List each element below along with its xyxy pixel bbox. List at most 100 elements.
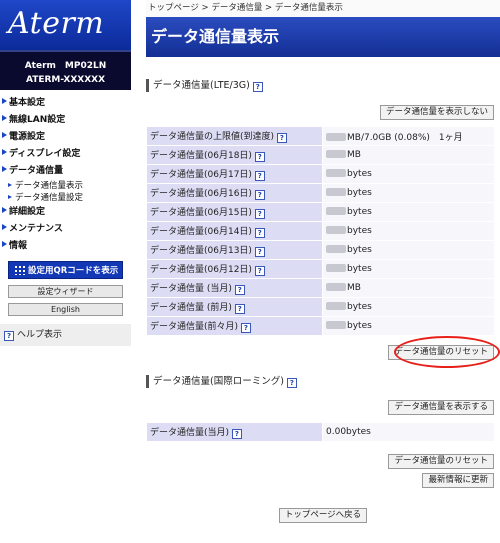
row-value: 0.00bytes [323, 423, 494, 441]
help-icon[interactable]: ? [231, 429, 242, 439]
submenu-data-usage-settings[interactable]: データ通信量設定 [0, 192, 131, 204]
submenu-data-usage-display[interactable]: データ通信量表示 [0, 180, 131, 192]
redacted-value [326, 302, 346, 310]
english-button[interactable]: English [8, 303, 123, 316]
help-icon[interactable]: ? [254, 266, 265, 276]
row-value: bytes [323, 222, 494, 240]
help-icon[interactable]: ? [252, 82, 263, 92]
row-label-text: データ通信量の上限値(到達度) [150, 132, 275, 142]
refresh-button[interactable]: 最新情報に更新 [422, 473, 494, 488]
roaming-usage-table: データ通信量(当月) ? 0.00bytes [146, 422, 495, 442]
help-icon[interactable]: ? [234, 285, 245, 295]
side-menu: 基本設定 無線LAN設定 電源設定 ディスプレイ設定 データ通信量 データ通信量… [0, 90, 131, 255]
menu-basic-settings[interactable]: 基本設定 [0, 95, 131, 112]
arrow-icon [8, 183, 12, 187]
redacted-value [326, 132, 346, 141]
row-value: bytes [323, 203, 494, 221]
help-icon[interactable]: ? [254, 209, 265, 219]
redacted-value [326, 226, 346, 234]
row-value-text: bytes [347, 245, 372, 255]
row-label: データ通信量の上限値(到達度) ? [147, 127, 322, 145]
menu-label: メンテナンス [9, 224, 63, 234]
help-icon[interactable]: ? [240, 323, 251, 333]
help-icon[interactable]: ? [254, 228, 265, 238]
menu-label: 基本設定 [9, 98, 46, 108]
table-row: データ通信量(06月16日) ? bytes [147, 184, 494, 202]
setup-wizard-button[interactable]: 設定ウィザード [8, 285, 123, 298]
row-value-text: bytes [347, 302, 372, 312]
arrow-icon [2, 207, 7, 213]
help-icon[interactable]: ? [254, 247, 265, 257]
redacted-value [326, 150, 346, 158]
row-value: bytes [323, 241, 494, 259]
redacted-value [326, 169, 346, 177]
table-row: データ通信量(06月13日) ? bytes [147, 241, 494, 259]
device-id: ATERM-XXXXXX [25, 75, 106, 85]
row-value-text: MB/7.0GB (0.08%) 1ヶ月 [347, 132, 463, 143]
row-value: MB [323, 146, 494, 164]
help-icon: ? [4, 331, 14, 341]
row-value: MB [323, 279, 494, 297]
help-icon[interactable]: ? [276, 133, 287, 143]
row-label-text: データ通信量 (前月) [150, 303, 232, 313]
main-content: トップページ > データ通信量 > データ通信量表示 データ通信量表示 データ通… [146, 0, 500, 523]
row-label-text: データ通信量(当月) [150, 428, 230, 438]
menu-data-usage[interactable]: データ通信量 [0, 163, 131, 180]
row-label-text: データ通信量 (当月) [150, 284, 232, 294]
qr-code-icon [13, 264, 25, 275]
breadcrumb: トップページ > データ通信量 > データ通信量表示 [146, 0, 500, 17]
hide-data-usage-button[interactable]: データ通信量を表示しない [379, 105, 494, 120]
menu-info[interactable]: 情報 [0, 238, 131, 255]
redacted-value [326, 283, 346, 291]
reset-roaming-usage-button[interactable]: データ通信量のリセット [388, 454, 494, 469]
row-value-text: bytes [347, 321, 372, 331]
help-icon[interactable]: ? [286, 378, 297, 388]
row-value-text: bytes [347, 264, 372, 274]
menu-display[interactable]: ディスプレイ設定 [0, 146, 131, 163]
arrow-icon [2, 149, 7, 155]
row-label-text: データ通信量(06月13日) [150, 246, 252, 256]
table-row: データ通信量(当月) ? 0.00bytes [147, 423, 494, 441]
help-icon[interactable]: ? [254, 171, 265, 181]
row-value: bytes [323, 184, 494, 202]
table-row: データ通信量(06月17日) ? bytes [147, 165, 494, 183]
menu-wireless-lan[interactable]: 無線LAN設定 [0, 112, 131, 129]
row-label-text: データ通信量(06月17日) [150, 170, 252, 180]
section-title-text: データ通信量(LTE/3G) [153, 80, 250, 91]
row-label: データ通信量(06月14日) ? [147, 222, 322, 240]
menu-label: 情報 [9, 241, 28, 251]
row-label: データ通信量(06月12日) ? [147, 260, 322, 278]
row-value: bytes [323, 165, 494, 183]
row-label: データ通信量(06月15日) ? [147, 203, 322, 221]
help-icon[interactable]: ? [234, 304, 245, 314]
row-value: MB/7.0GB (0.08%) 1ヶ月 [323, 127, 494, 145]
show-roaming-usage-button[interactable]: データ通信量を表示する [388, 400, 494, 415]
back-to-top-button[interactable]: トップページへ戻る [278, 508, 368, 523]
menu-advanced[interactable]: 詳細設定 [0, 204, 131, 221]
row-value: bytes [323, 298, 494, 316]
arrow-icon [2, 115, 7, 121]
row-value-text: bytes [347, 226, 372, 236]
row-label: データ通信量 (当月) ? [147, 279, 322, 297]
menu-maintenance[interactable]: メンテナンス [0, 221, 131, 238]
table-row: データ通信量の上限値(到達度) ? MB/7.0GB (0.08%) 1ヶ月 [147, 127, 494, 145]
help-icon[interactable]: ? [254, 190, 265, 200]
row-label-text: データ通信量(06月15日) [150, 208, 252, 218]
table-row: データ通信量(前々月) ? bytes [147, 317, 494, 335]
arrow-icon [2, 132, 7, 138]
help-toggle[interactable]: ? ヘルプ表示 [0, 324, 131, 346]
help-icon[interactable]: ? [254, 152, 265, 162]
row-label-text: データ通信量(前々月) [150, 322, 239, 332]
menu-label: ディスプレイ設定 [9, 149, 81, 159]
table-row: データ通信量 (当月) ? MB [147, 279, 494, 297]
table-row: データ通信量(06月12日) ? bytes [147, 260, 494, 278]
section-title-text: データ通信量(国際ローミング) [153, 376, 284, 387]
row-value: bytes [323, 317, 494, 335]
menu-label: 電源設定 [9, 132, 46, 142]
show-qr-code-button[interactable]: 設定用QRコードを表示 [8, 261, 123, 279]
row-label: データ通信量(06月17日) ? [147, 165, 322, 183]
table-row: データ通信量(06月14日) ? bytes [147, 222, 494, 240]
menu-power[interactable]: 電源設定 [0, 129, 131, 146]
arrow-icon [2, 98, 7, 104]
row-label: データ通信量(06月16日) ? [147, 184, 322, 202]
